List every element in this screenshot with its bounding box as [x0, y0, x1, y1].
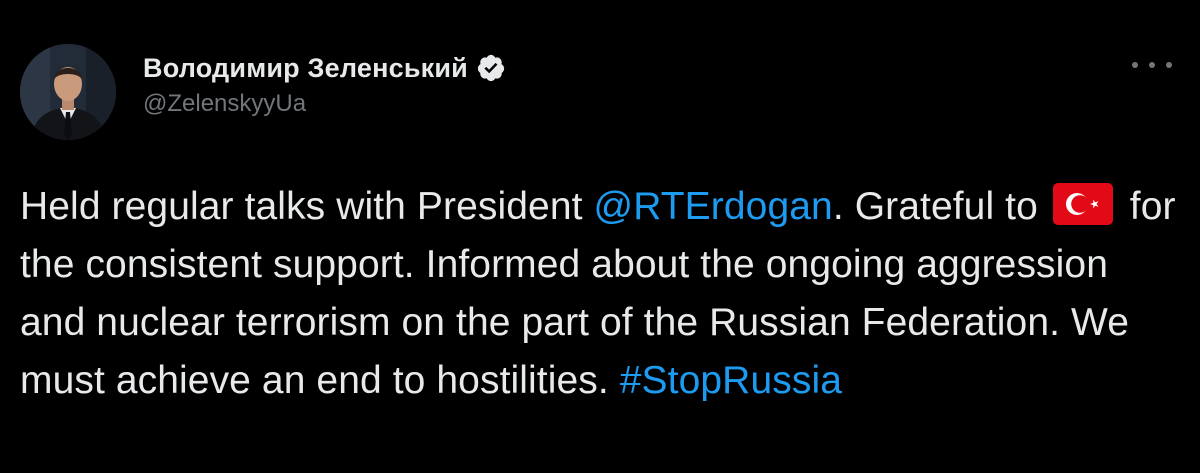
author-display-name[interactable]: Володимир Зеленський	[143, 53, 468, 84]
verified-badge-icon	[476, 53, 506, 83]
more-dot	[1132, 62, 1138, 68]
more-dot	[1166, 62, 1172, 68]
name-row: Володимир Зеленський	[143, 50, 506, 86]
more-dot	[1149, 62, 1155, 68]
more-options-icon[interactable]	[1132, 50, 1172, 80]
tweet-text-part: Held regular talks with President	[20, 185, 594, 228]
author-handle[interactable]: @ZelenskyyUa	[143, 90, 506, 118]
tweet-text-part: . Grateful to	[832, 185, 1049, 228]
mention-link[interactable]: @RTErdogan	[594, 185, 833, 228]
avatar[interactable]	[20, 44, 116, 140]
author-info: Володимир Зеленський @ZelenskyyUa	[143, 50, 506, 118]
tweet-text: Held regular talks with President @RTErd…	[20, 178, 1180, 410]
tweet-card: Володимир Зеленський @ZelenskyyUa Held r…	[0, 0, 1200, 473]
avatar-image	[20, 44, 116, 140]
hashtag-link[interactable]: #StopRussia	[620, 359, 842, 402]
turkey-flag-emoji	[1052, 183, 1113, 225]
